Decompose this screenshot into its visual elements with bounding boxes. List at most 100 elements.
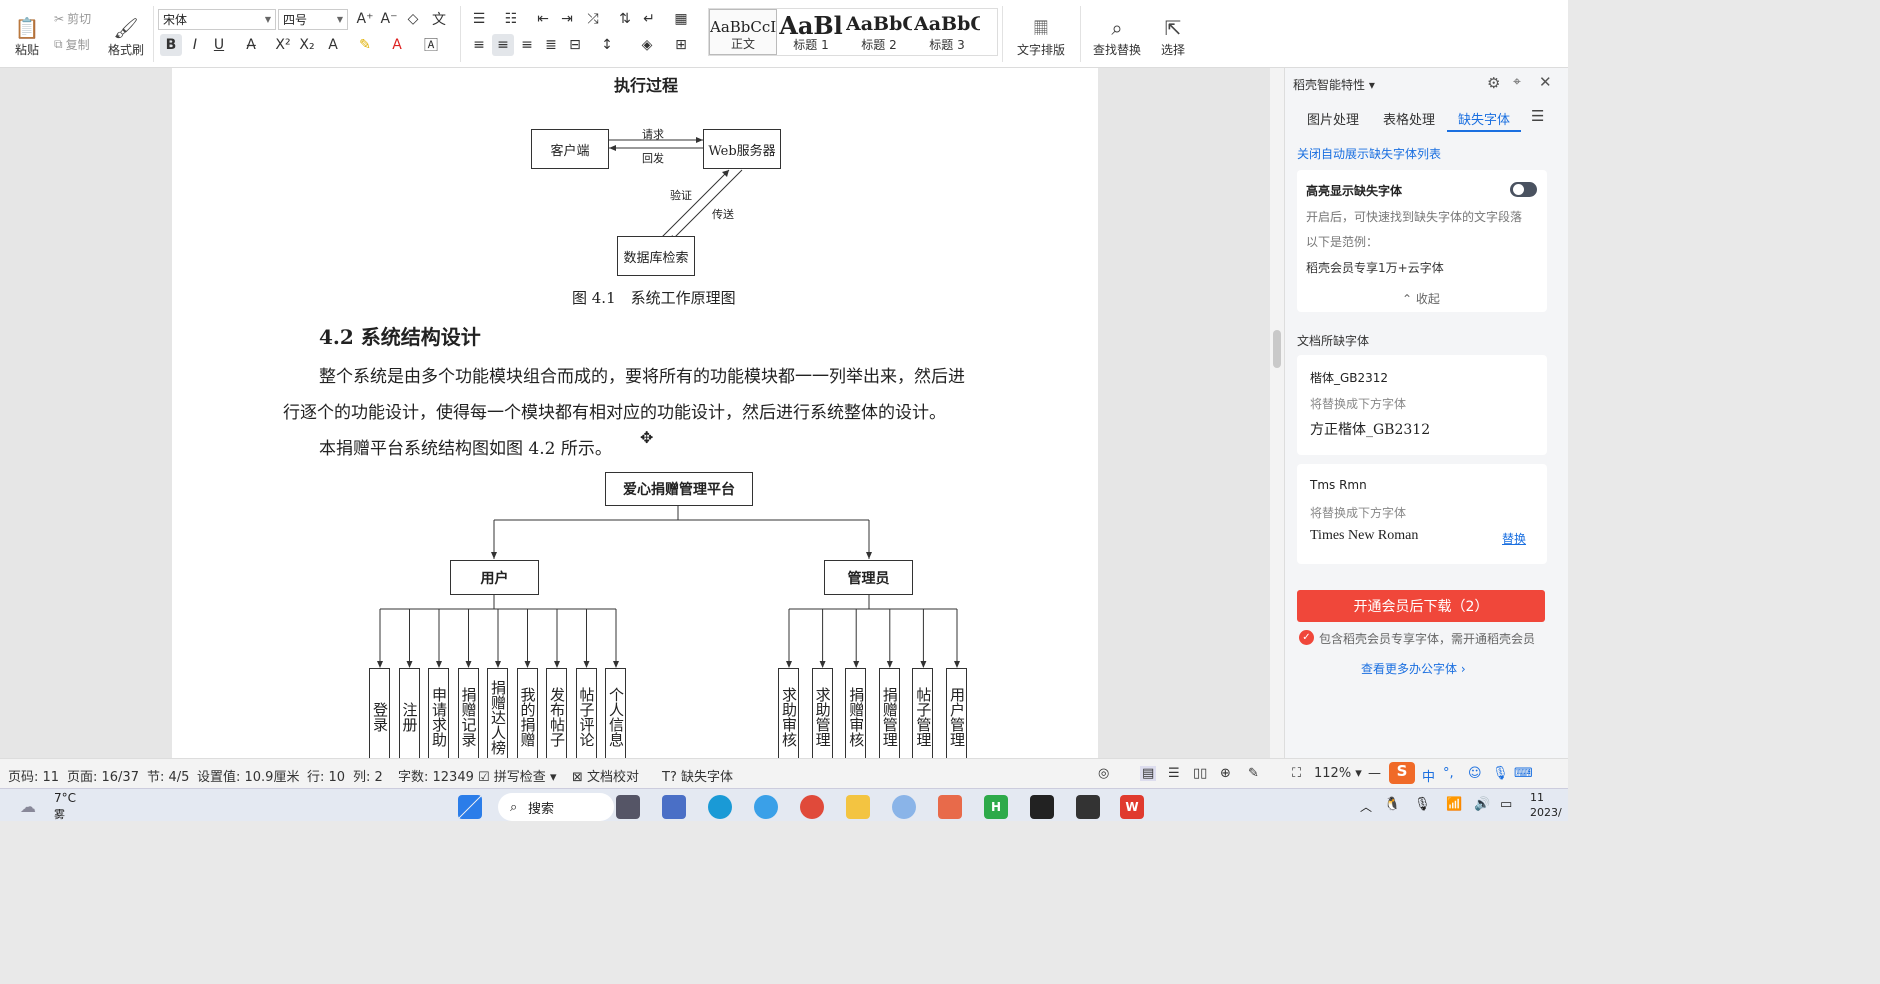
style-heading3[interactable]: AaBbC 标题 3 — [913, 9, 981, 55]
align-center-icon[interactable]: ≡ — [492, 34, 514, 56]
tab-image[interactable]: 图片处理 — [1307, 109, 1359, 128]
outdent-icon[interactable]: ⇤ — [532, 8, 554, 30]
document-scrollbar[interactable] — [1270, 68, 1284, 758]
justify-icon[interactable]: ≣ — [540, 34, 562, 56]
status-setting[interactable]: 设置值: 10.9厘米 — [197, 766, 299, 785]
tab-missing-font[interactable]: 缺失字体 — [1458, 109, 1510, 128]
taskbar-search[interactable]: ⌕ 搜索 — [498, 793, 614, 821]
zoom-out-icon[interactable]: — — [1368, 766, 1381, 781]
style-normal[interactable]: AaBbCcI 正文 — [709, 9, 777, 55]
sogou-ime-icon[interactable]: S — [1389, 762, 1415, 784]
collapse-button[interactable]: ⌃ 收起 — [1402, 290, 1440, 307]
wifi-icon[interactable]: 📶 — [1446, 797, 1462, 812]
bullet-list-icon[interactable]: ☰ — [468, 8, 490, 30]
status-word-count[interactable]: 字数: 12349 — [398, 766, 474, 785]
folder-icon[interactable] — [846, 795, 870, 819]
terminal-icon[interactable] — [1076, 795, 1100, 819]
wps-icon[interactable]: W — [1120, 795, 1144, 819]
gear-icon[interactable]: ⚙ — [1487, 74, 1500, 92]
chrome-icon[interactable] — [800, 795, 824, 819]
web-view-icon[interactable]: ⊕ — [1220, 766, 1231, 781]
align-right-icon[interactable]: ≡ — [516, 34, 538, 56]
proofread-button[interactable]: ⊠ 文档校对 — [572, 766, 639, 785]
highlight-toggle[interactable] — [1510, 182, 1537, 197]
ruler-icon[interactable]: ▦ — [670, 8, 692, 30]
ime-mode[interactable]: 中 — [1422, 766, 1435, 785]
subscript-icon[interactable]: X₂ — [296, 34, 318, 56]
text-effect-icon[interactable]: A — [322, 34, 344, 56]
eye-protect-icon[interactable]: ◎ — [1098, 766, 1109, 781]
format-painter-button[interactable]: 🖌 格式刷 — [104, 6, 148, 58]
outline-view-icon[interactable]: ☰ — [1168, 766, 1180, 781]
copy-button[interactable]: ⧉ 复制 — [54, 36, 90, 53]
status-col[interactable]: 列: 2 — [353, 766, 383, 785]
strikethrough-icon[interactable]: A̶ — [240, 34, 262, 56]
find-replace-button[interactable]: ⌕ 查找替换 — [1086, 6, 1148, 58]
app-icon[interactable] — [662, 795, 686, 819]
browser-icon[interactable] — [754, 795, 778, 819]
clear-format-icon[interactable]: ◇ — [402, 8, 424, 30]
write-view-icon[interactable]: ✎ — [1248, 766, 1259, 781]
volume-icon[interactable]: 🔊 — [1474, 797, 1490, 812]
shading-icon[interactable]: ◈ — [636, 34, 658, 56]
app3-icon[interactable] — [938, 795, 962, 819]
font-size-select[interactable]: 四号 ▼ — [278, 9, 348, 30]
style-heading2[interactable]: AaBbC 标题 2 — [845, 9, 913, 55]
windows-start-icon[interactable] — [458, 795, 482, 819]
distribute-icon[interactable]: ⊟ — [564, 34, 586, 56]
font-name-select[interactable]: 宋体 ▼ — [158, 9, 276, 30]
select-button[interactable]: ⇱ 选择 — [1152, 6, 1194, 58]
replace-link[interactable]: 替换 — [1502, 530, 1526, 547]
battery-icon[interactable]: ▭ — [1500, 797, 1512, 812]
decrease-font-icon[interactable]: A⁻ — [378, 8, 400, 30]
document-page[interactable]: 执行过程 客户端 Web服务器 数据库检索 请求 回发 验证 传送 图 4.1 … — [172, 68, 1098, 758]
emoji-icon[interactable]: ☺ — [1468, 766, 1482, 781]
tray-chevron-icon[interactable]: ︿ — [1360, 798, 1372, 815]
edge-icon[interactable] — [708, 795, 732, 819]
status-section[interactable]: 节: 4/5 — [147, 766, 189, 785]
punctuation-icon[interactable]: °, — [1443, 766, 1454, 781]
paragraph-mark-icon[interactable]: ↵ — [638, 8, 660, 30]
tab-table[interactable]: 表格处理 — [1383, 109, 1435, 128]
close-auto-link[interactable]: 关闭自动展示缺失字体列表 — [1297, 145, 1441, 162]
clock-time[interactable]: 11 — [1530, 791, 1544, 804]
pin-icon[interactable]: ⌖ — [1513, 74, 1521, 90]
pinyin-icon[interactable]: 文 — [428, 8, 450, 30]
increase-font-icon[interactable]: A⁺ — [354, 8, 376, 30]
cut-button[interactable]: ✂ 剪切 — [54, 10, 91, 27]
jetbrains-icon[interactable] — [1030, 795, 1054, 819]
fit-page-icon[interactable]: ⛶ — [1292, 766, 1301, 781]
read-view-icon[interactable]: ▯▯ — [1193, 766, 1207, 781]
font-color-icon[interactable]: A — [386, 34, 408, 56]
bold-icon[interactable]: B — [160, 34, 182, 56]
status-row[interactable]: 行: 10 — [307, 766, 345, 785]
numbered-list-icon[interactable]: ☷ — [500, 8, 522, 30]
text-direction-icon[interactable]: ⤮ — [582, 8, 604, 30]
highlight-icon[interactable]: ✎ — [354, 34, 376, 56]
border-icon[interactable]: ⊞ — [670, 34, 692, 56]
mic-icon[interactable]: 🎙 — [1414, 797, 1431, 812]
font-replacement[interactable]: 方正楷体_GB2312 — [1310, 419, 1430, 439]
more-fonts-link[interactable]: 查看更多办公字体 › — [1361, 660, 1466, 677]
qq-icon[interactable]: 🐧 — [1384, 797, 1400, 812]
spell-check-button[interactable]: ☑ 拼写检查 ▾ — [478, 766, 556, 785]
missing-font-button[interactable]: T? 缺失字体 — [662, 766, 733, 785]
menu-icon[interactable]: ☰ — [1531, 107, 1544, 125]
font-replacement[interactable]: Times New Roman — [1310, 528, 1418, 544]
page-view-icon[interactable]: ▤ — [1140, 766, 1157, 781]
char-border-icon[interactable]: 🄰 — [420, 34, 442, 56]
keyboard-icon[interactable]: ⌨ — [1514, 766, 1533, 781]
sort-icon[interactable]: ⇅ — [614, 8, 636, 30]
app2-icon[interactable] — [892, 795, 916, 819]
weather-temp[interactable]: 7°C — [54, 791, 76, 805]
indent-icon[interactable]: ⇥ — [556, 8, 578, 30]
superscript-icon[interactable]: X² — [272, 34, 294, 56]
close-icon[interactable]: ✕ — [1539, 73, 1552, 91]
hbuilder-icon[interactable]: H — [984, 795, 1008, 819]
status-page[interactable]: 页面: 16/37 — [67, 766, 139, 785]
align-left-icon[interactable]: ≡ — [468, 34, 490, 56]
status-page-code[interactable]: 页码: 11 — [8, 766, 59, 785]
scrollbar-thumb[interactable] — [1273, 330, 1281, 368]
underline-icon[interactable]: U — [208, 34, 230, 56]
task-view-icon[interactable] — [616, 795, 640, 819]
